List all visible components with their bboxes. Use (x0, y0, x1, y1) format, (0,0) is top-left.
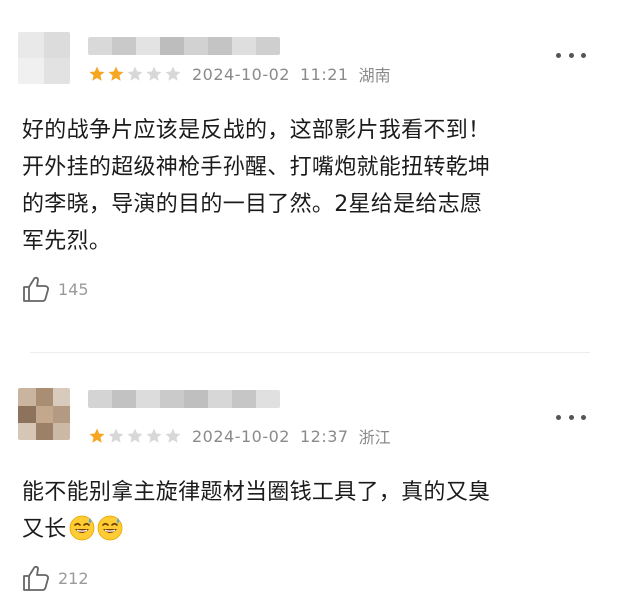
star-icon (165, 428, 181, 443)
star-icon (127, 428, 143, 443)
star-icon (108, 66, 124, 81)
thumbs-up-icon (23, 565, 49, 591)
content-line: 军先烈。 (22, 229, 112, 254)
content-line: 好的战争片应该是反战的，这部影片我看不到！ (22, 118, 491, 143)
review-date: 2024-10-02 (192, 64, 290, 84)
review-meta: 2024-10-02 12:37 浙江 (88, 425, 391, 447)
star-rating (88, 427, 182, 445)
review-time: 12:37 (299, 426, 349, 446)
star-icon (108, 428, 124, 443)
star-icon (146, 66, 162, 81)
more-dots-icon[interactable] (556, 50, 586, 60)
content-line-with-emoji: 又长 (22, 511, 618, 548)
review-meta: 2024-10-02 11:21 湖南 (88, 63, 391, 85)
more-dots-icon[interactable] (556, 412, 586, 422)
username-blurred[interactable] (88, 390, 280, 408)
review-location: 浙江 (358, 428, 391, 447)
review-date: 2024-10-02 (192, 426, 290, 446)
content-line: 的李晓，导演的目的一目了然。2星给是给志愿 (22, 192, 483, 217)
avatar[interactable] (18, 32, 70, 84)
divider (30, 352, 590, 353)
review-content: 能不能别拿主旋律题材当圈钱工具了，真的又臭 又长 (22, 474, 618, 548)
star-icon (89, 428, 105, 443)
star-icon (146, 428, 162, 443)
review-time: 11:21 (299, 64, 349, 84)
content-line: 开外挂的超级神枪手孙醒、打嘴炮就能扭转乾坤 (22, 155, 491, 180)
review-location: 湖南 (358, 66, 391, 85)
username-blurred[interactable] (88, 37, 280, 55)
sweat-smile-emoji (97, 515, 123, 541)
content-line: 能不能别拿主旋律题材当圈钱工具了，真的又臭 (22, 480, 491, 505)
like-count: 212 (58, 568, 89, 588)
sweat-smile-emoji (69, 515, 95, 541)
like-count: 145 (58, 279, 89, 299)
review-content: 好的战争片应该是反战的，这部影片我看不到！ 开外挂的超级神枪手孙醒、打嘴炮就能扭… (22, 112, 618, 260)
avatar[interactable] (18, 388, 70, 440)
like-button[interactable]: 145 (22, 275, 89, 303)
star-rating (88, 65, 182, 83)
star-icon (165, 66, 181, 81)
content-line: 又长 (22, 517, 67, 542)
star-icon (127, 66, 143, 81)
thumbs-up-icon (23, 276, 49, 302)
like-button[interactable]: 212 (22, 564, 89, 592)
star-icon (89, 66, 105, 81)
